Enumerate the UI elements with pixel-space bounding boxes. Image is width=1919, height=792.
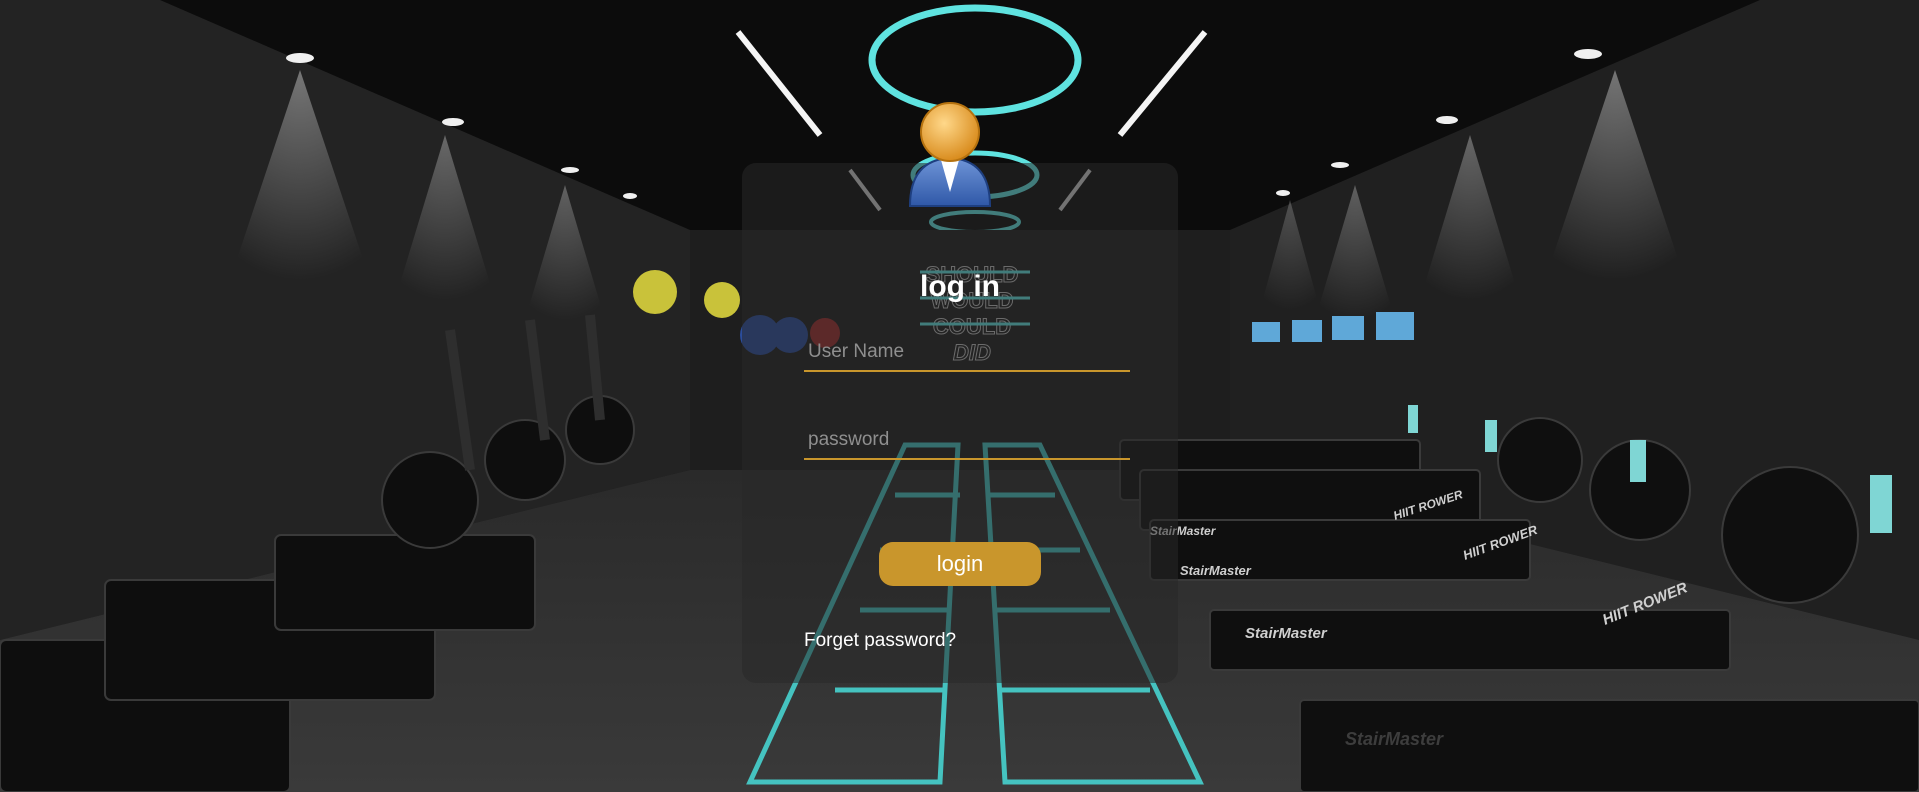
forgot-password-link[interactable]: Forget password?: [804, 630, 956, 652]
username-input[interactable]: [804, 334, 1130, 370]
user-avatar-icon: [908, 102, 992, 207]
username-field-wrapper: [804, 334, 1130, 372]
svg-text:StairMaster: StairMaster: [1245, 625, 1328, 642]
svg-text:StairMaster: StairMaster: [1180, 563, 1252, 578]
svg-text:StairMaster: StairMaster: [1345, 729, 1444, 749]
login-button[interactable]: login: [879, 542, 1041, 586]
password-input[interactable]: [804, 422, 1130, 458]
login-title: log in: [920, 270, 1000, 303]
password-field-wrapper: [804, 422, 1130, 460]
